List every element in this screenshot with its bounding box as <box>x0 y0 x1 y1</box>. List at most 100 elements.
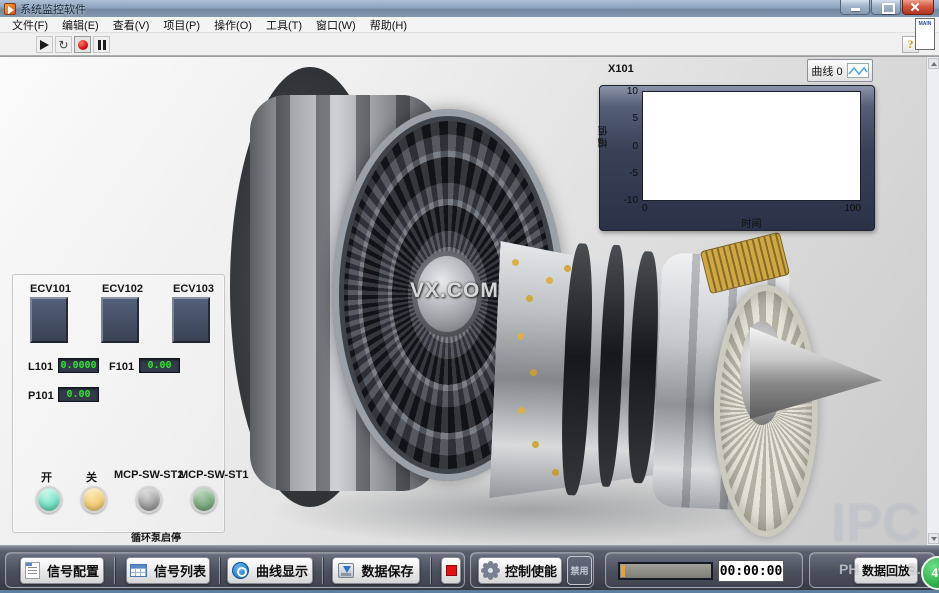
readout-p101: 0.00 <box>58 387 99 402</box>
led-label: MCP-SW-ST2 <box>114 469 183 481</box>
stop-icon <box>446 565 457 576</box>
readout-label: F101 <box>109 361 134 373</box>
watermark-corner-big: IPC <box>831 492 921 554</box>
x-tick: 100 <box>844 203 861 214</box>
vertical-scrollbar[interactable] <box>926 57 939 545</box>
button-label: 曲线显示 <box>256 561 308 580</box>
watermark-center: VX.COM <box>410 279 499 303</box>
minimize-button[interactable] <box>840 0 870 15</box>
bottom-bar: 信号配置 信号列表 曲线显示 数据保存 <box>0 545 939 590</box>
led-mcp-sw-st1[interactable] <box>191 486 217 513</box>
readout-label: L101 <box>28 361 53 373</box>
menu-file[interactable]: 文件(F) <box>5 17 55 33</box>
separator <box>114 557 115 584</box>
legend-label: 曲线 0 <box>811 63 842 79</box>
menu-view[interactable]: 查看(V) <box>106 17 157 33</box>
separator <box>322 557 323 584</box>
control-state-button[interactable]: 禁用 <box>567 556 592 585</box>
menu-edit[interactable]: 编辑(E) <box>55 17 106 33</box>
readout-l101: 0.0000 <box>58 358 99 373</box>
valve-ecv103[interactable] <box>172 297 210 343</box>
timer-group: 00:00:00 <box>605 552 803 588</box>
button-label: 控制使能 <box>505 561 557 580</box>
valve-label: ECV102 <box>102 283 143 295</box>
elapsed-progress-bar <box>618 562 713 580</box>
valve-ecv102[interactable] <box>101 297 139 343</box>
run-button[interactable] <box>36 36 53 53</box>
table-icon <box>130 564 147 577</box>
progress-mark <box>621 565 625 577</box>
document-icon <box>25 562 40 579</box>
signal-list-button[interactable]: 信号列表 <box>126 557 210 584</box>
maximize-button[interactable] <box>871 0 901 15</box>
data-playback-button[interactable]: 数据回放 <box>854 557 918 584</box>
control-groupbox: ECV101 ECV102 ECV103 L101 0.0000 F101 0.… <box>12 274 225 533</box>
save-icon <box>338 563 354 578</box>
control-enable-group: 控制使能 禁用 <box>470 552 594 588</box>
chart-legend[interactable]: 曲线 0 <box>807 59 873 82</box>
menu-help[interactable]: 帮助(H) <box>363 17 414 33</box>
title-bar: 系统监控软件 <box>0 0 939 17</box>
data-save-button[interactable]: 数据保存 <box>332 557 420 584</box>
elapsed-timer: 00:00:00 <box>718 560 784 582</box>
led-label: MCP-SW-ST1 <box>179 469 248 481</box>
y-tick: -10 <box>624 195 638 206</box>
led-label: 关 <box>86 469 97 485</box>
window-title: 系统监控软件 <box>20 1 86 17</box>
pause-button[interactable] <box>93 36 110 53</box>
led-mcp-sw-st2[interactable] <box>136 486 162 513</box>
separator <box>219 557 220 584</box>
readout-f101: 0.00 <box>139 358 180 373</box>
readout-label: P101 <box>28 390 54 402</box>
led-off[interactable] <box>81 486 107 513</box>
y-tick: 10 <box>627 86 638 97</box>
valve-ecv101[interactable] <box>30 297 68 343</box>
button-label: 数据保存 <box>361 561 413 580</box>
x-tick: 0 <box>642 203 648 214</box>
valve-label: ECV103 <box>173 283 214 295</box>
menu-project[interactable]: 项目(P) <box>156 17 207 33</box>
button-label: 数据回放 <box>862 562 910 579</box>
chart-xlabel: 时间 <box>642 215 861 230</box>
menu-tools[interactable]: 工具(T) <box>259 17 309 33</box>
y-tick: -5 <box>629 168 638 179</box>
signal-config-button[interactable]: 信号配置 <box>20 557 104 584</box>
waveform-chart: 幅值 10 5 0 -5 -10 0 100 时间 <box>599 85 875 231</box>
signal-button-group: 信号配置 信号列表 曲线显示 数据保存 <box>5 552 465 588</box>
menu-window[interactable]: 窗口(W) <box>309 17 363 33</box>
scroll-down-arrow[interactable] <box>928 533 939 544</box>
front-panel: VX.COM X101 曲线 0 幅值 10 5 0 -5 -10 0 100 … <box>0 56 939 545</box>
curve-display-button[interactable]: 曲线显示 <box>227 557 313 584</box>
abort-button[interactable] <box>74 36 91 53</box>
separator <box>430 557 431 584</box>
scroll-up-arrow[interactable] <box>928 58 939 69</box>
chart-y-axis: 10 5 0 -5 -10 <box>606 86 638 206</box>
playback-group: 数据回放 <box>809 552 935 588</box>
stop-indicator-button[interactable] <box>441 557 461 584</box>
y-tick: 5 <box>632 113 638 124</box>
app-window: 系统监控软件 文件(F) 编辑(E) 查看(V) 项目(P) 操作(O) 工具(… <box>0 0 939 593</box>
magnifier-icon <box>232 562 249 579</box>
vi-icon-panel: MAIN <box>915 18 935 50</box>
button-label: 信号配置 <box>47 561 99 580</box>
run-continuous-icon: ↻ <box>58 39 68 51</box>
button-label: 信号列表 <box>154 561 206 580</box>
y-tick: 0 <box>632 141 638 152</box>
app-icon <box>4 3 16 15</box>
pump-toggle-title: 循环泵启停 <box>131 529 181 544</box>
pause-icon <box>97 40 107 50</box>
abort-icon <box>78 40 88 50</box>
control-enable-button[interactable]: 控制使能 <box>478 557 562 584</box>
led-label: 开 <box>41 469 52 485</box>
toolbar: ↻ ? <box>0 33 939 56</box>
run-icon <box>40 40 49 50</box>
run-continuous-button[interactable]: ↻ <box>55 36 72 53</box>
valve-label: ECV101 <box>30 283 71 295</box>
gear-icon <box>483 563 498 578</box>
waveform-icon <box>847 63 869 78</box>
close-button[interactable] <box>902 0 934 15</box>
led-on[interactable] <box>36 486 62 513</box>
chart-x-axis: 0 100 <box>642 203 861 214</box>
chart-plot-area <box>642 91 861 201</box>
menu-operate[interactable]: 操作(O) <box>207 17 259 33</box>
